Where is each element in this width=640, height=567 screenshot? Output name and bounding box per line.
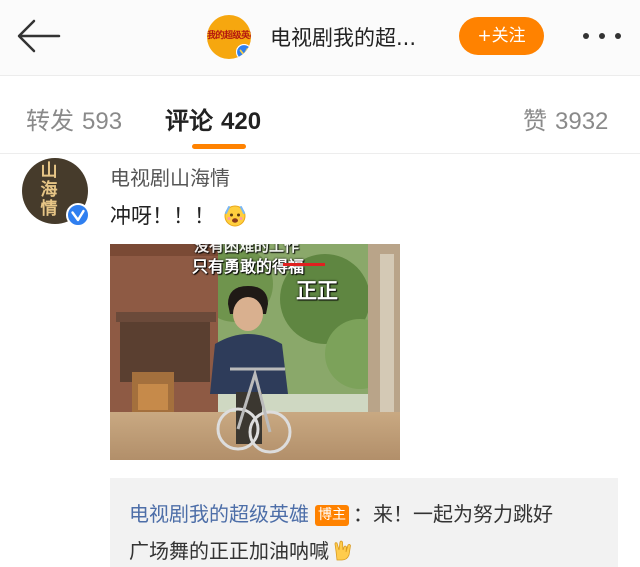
reply-text-1: ：来！一起为努力跳好: [353, 502, 553, 526]
tab-bar: 转发 593 评论 420 赞 3932: [0, 77, 640, 154]
reply-text-2: 广场舞的正正加油呐喊: [129, 539, 329, 563]
reply-box[interactable]: 电视剧我的超级英雄 博主 ：来！一起为努力跳好 广场舞的正正加油呐喊: [110, 478, 618, 567]
comment-image[interactable]: 没有困难的工作 只有勇敢的得福 正正: [110, 244, 400, 460]
image-overlay-name: 正正: [296, 279, 338, 303]
rock-hand-emoji-icon: [334, 540, 351, 561]
account-name[interactable]: 电视剧我的超...: [270, 22, 416, 52]
comment-text-row: 冲呀！！！: [110, 200, 247, 230]
tab-label: 评论: [165, 107, 213, 135]
reply-line-1: 电视剧我的超级英雄 博主 ：来！一起为努力跳好: [129, 498, 553, 527]
verified-icon: [236, 44, 251, 59]
verified-icon: [66, 203, 90, 227]
excited-face-emoji-icon: [224, 205, 246, 227]
commenter-avatar-text: 山海情: [40, 161, 58, 219]
caption-strikethrough: [283, 263, 325, 266]
reply-author[interactable]: 电视剧我的超级英雄: [129, 502, 309, 526]
commenter-name[interactable]: 电视剧山海情: [110, 162, 230, 191]
tab-reposts[interactable]: 转发 593: [26, 101, 122, 136]
more-icon[interactable]: [580, 24, 624, 48]
tab-likes[interactable]: 赞 3932: [523, 101, 608, 136]
tab-count: 420: [221, 108, 262, 135]
follow-button[interactable]: +关注: [459, 17, 544, 55]
back-icon[interactable]: [14, 16, 62, 56]
tab-label: 赞: [523, 107, 547, 135]
account-logo-text: 我的超级英雄: [207, 31, 251, 41]
comment-text: 冲呀！！！: [110, 204, 215, 228]
tab-comments[interactable]: 评论 420: [165, 101, 261, 136]
blogger-badge: 博主: [315, 505, 349, 526]
active-tab-indicator: [192, 144, 246, 149]
image-caption-text: 只有勇敢的: [192, 257, 273, 276]
account-avatar[interactable]: 我的超级英雄: [207, 15, 251, 59]
top-bar: 我的超级英雄 电视剧我的超... +关注: [0, 0, 640, 76]
tab-count: 3932: [555, 108, 609, 135]
image-caption-struck: 得福: [272, 257, 305, 276]
tab-label: 转发: [26, 107, 74, 135]
reply-line-2: 广场舞的正正加油呐喊: [129, 535, 353, 564]
tab-count: 593: [82, 108, 123, 135]
